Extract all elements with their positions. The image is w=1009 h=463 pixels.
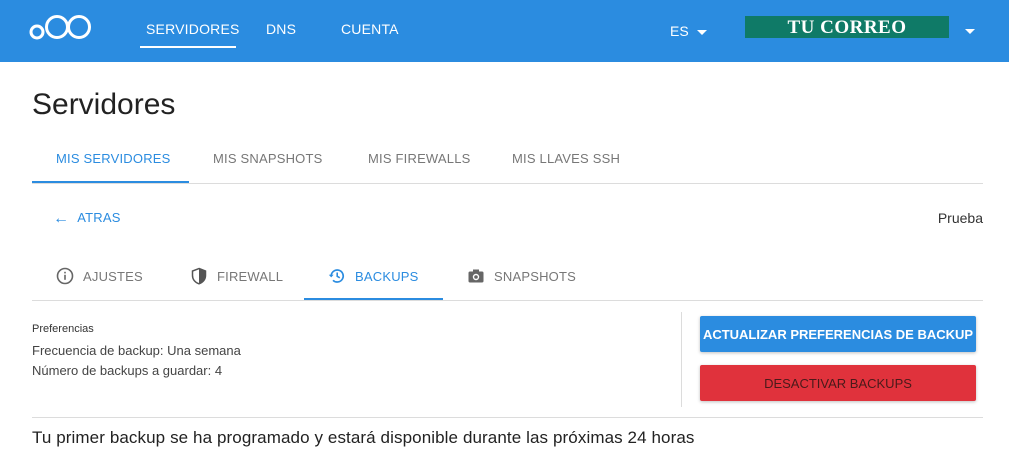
tab-backups-label: BACKUPS xyxy=(355,268,419,284)
language-label: ES xyxy=(670,23,689,39)
tab-mis-snapshots[interactable]: MIS SNAPSHOTS xyxy=(213,151,323,166)
main-tabs: MIS SERVIDORES MIS SNAPSHOTS MIS FIREWAL… xyxy=(32,134,983,184)
logo-icon[interactable] xyxy=(27,11,93,43)
chevron-down-icon[interactable] xyxy=(965,29,975,34)
backup-scheduled-notice: Tu primer backup se ha programado y esta… xyxy=(32,428,695,447)
tab-snapshots-label: SNAPSHOTS xyxy=(494,268,576,284)
deactivate-backups-button[interactable]: DESACTIVAR BACKUPS xyxy=(700,365,976,401)
back-link[interactable]: ← ATRAS xyxy=(53,209,121,227)
info-icon xyxy=(56,267,74,285)
sub-tab-active-indicator xyxy=(304,298,443,300)
language-selector[interactable]: ES xyxy=(670,23,707,39)
tab-ajustes-label: AJUSTES xyxy=(83,268,143,284)
tab-firewall[interactable]: FIREWALL xyxy=(190,267,283,285)
tab-snapshots[interactable]: SNAPSHOTS xyxy=(467,267,576,285)
nav-active-indicator xyxy=(140,46,236,48)
nav-servidores[interactable]: SERVIDORES xyxy=(146,21,240,37)
back-label: ATRAS xyxy=(77,210,121,225)
preferences-title: Preferencias xyxy=(32,323,94,335)
tab-mis-firewalls[interactable]: MIS FIREWALLS xyxy=(368,151,471,166)
arrow-left-icon: ← xyxy=(53,210,70,227)
tab-mis-llaves-ssh[interactable]: MIS LLAVES SSH xyxy=(512,151,620,166)
vertical-divider xyxy=(681,312,682,407)
top-navigation-bar: SERVIDORES DNS CUENTA ES TU CORREO xyxy=(0,0,1009,62)
update-backup-preferences-button[interactable]: ACTUALIZAR PREFERENCIAS DE BACKUP xyxy=(700,316,976,352)
nav-dns[interactable]: DNS xyxy=(266,21,296,37)
server-sub-tabs: AJUSTES FIREWALL BACKUPS SNAPSHOTS xyxy=(32,254,983,301)
chevron-down-icon xyxy=(696,29,707,35)
history-icon xyxy=(328,269,345,283)
server-name: Prueba xyxy=(937,210,983,226)
nav-cuenta[interactable]: CUENTA xyxy=(341,21,399,37)
camera-icon xyxy=(468,269,484,283)
tab-backups[interactable]: BACKUPS xyxy=(328,267,419,285)
tab-ajustes[interactable]: AJUSTES xyxy=(56,267,143,285)
tab-mis-servidores[interactable]: MIS SERVIDORES xyxy=(56,151,171,166)
shield-icon xyxy=(191,267,207,285)
horizontal-divider xyxy=(32,417,983,418)
tab-active-indicator xyxy=(32,181,189,183)
tab-firewall-label: FIREWALL xyxy=(217,268,284,284)
backup-count: Número de backups a guardar: 4 xyxy=(32,363,223,378)
backup-frequency: Frecuencia de backup: Una semana xyxy=(32,343,241,358)
account-menu[interactable]: TU CORREO xyxy=(745,16,949,38)
page-title: Servidores xyxy=(32,88,176,121)
